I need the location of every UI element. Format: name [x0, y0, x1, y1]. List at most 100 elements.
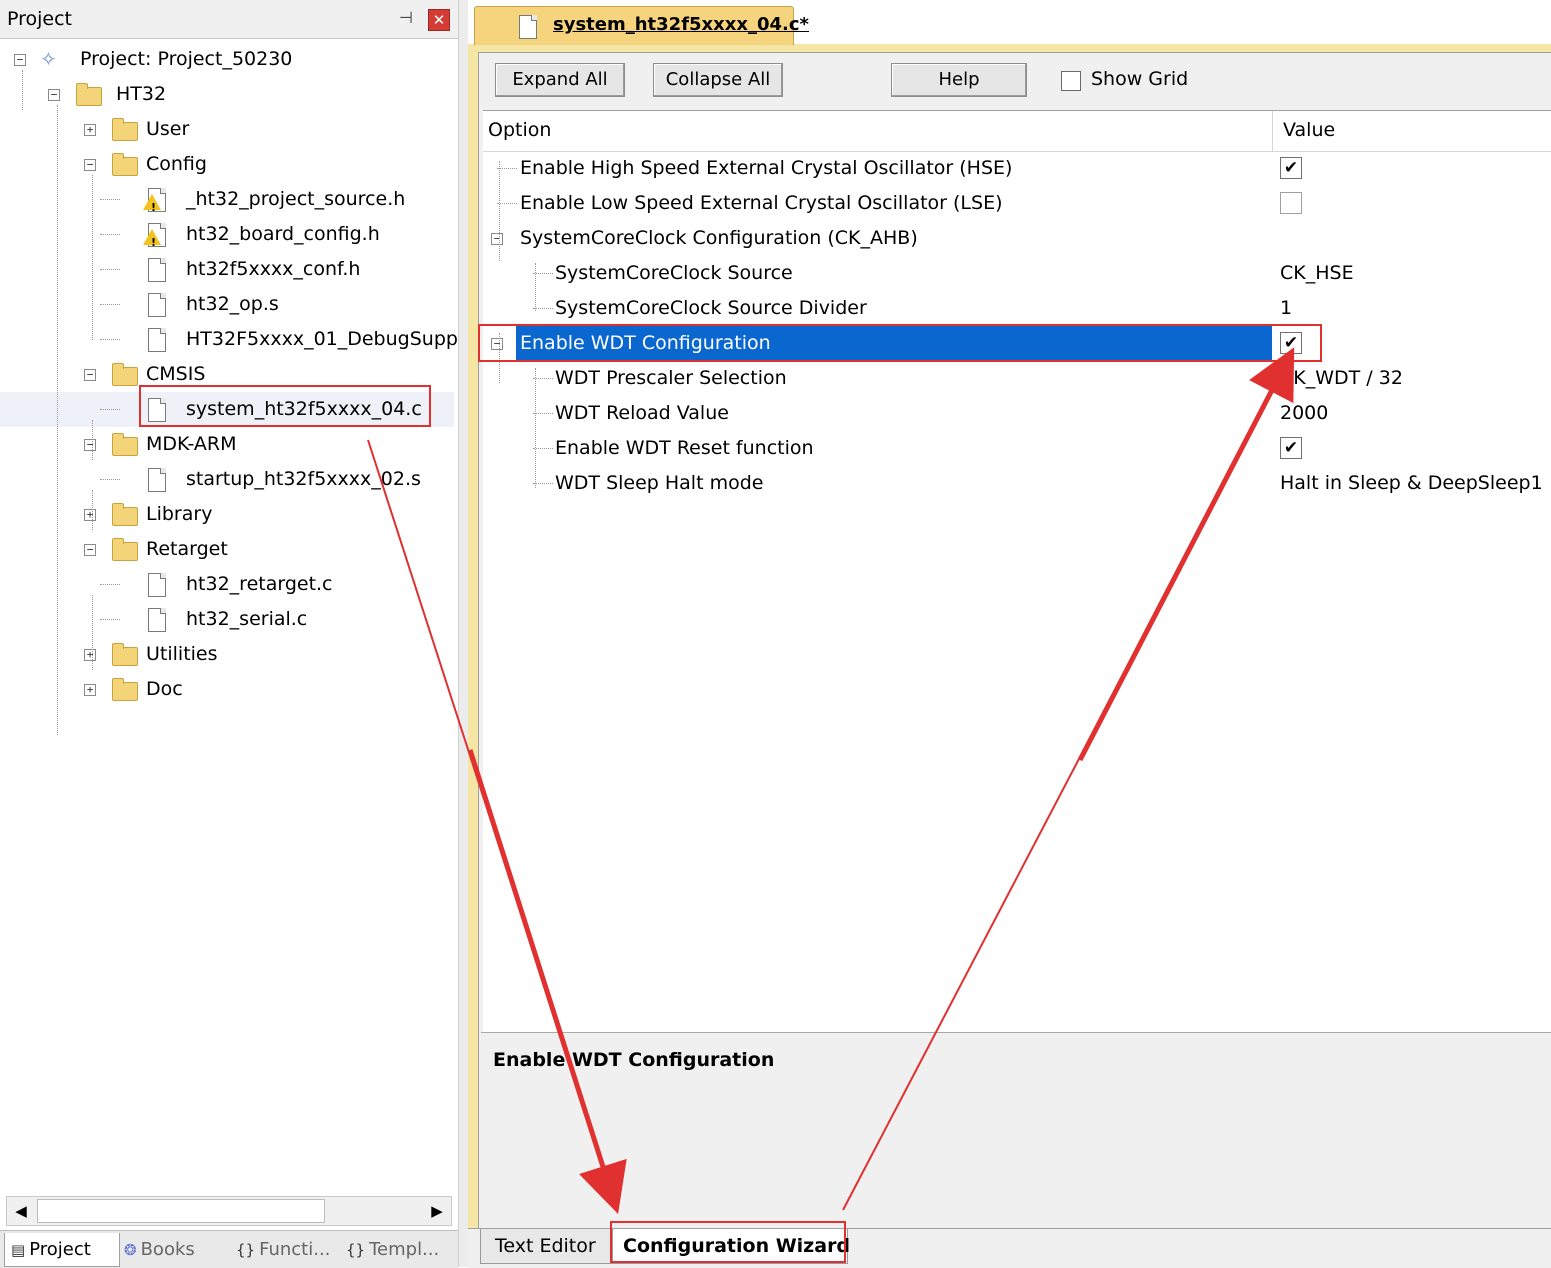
scroll-right-arrow-icon[interactable]: ▶: [423, 1197, 451, 1225]
tab-templates[interactable]: {} Templ...: [346, 1233, 454, 1266]
warning-mark: !: [151, 236, 157, 249]
help-button[interactable]: Help: [891, 63, 1027, 97]
file-icon: !: [143, 223, 166, 248]
tree-item[interactable]: ht32f5xxxx_conf.h: [0, 252, 454, 287]
tree-item[interactable]: ht32_retarget.c: [0, 567, 454, 602]
tree-item[interactable]: startup_ht32f5xxxx_02.s: [0, 462, 454, 497]
file-icon: [519, 15, 537, 39]
expand-icon[interactable]: +: [84, 124, 96, 136]
expand-all-button[interactable]: Expand All: [495, 63, 625, 97]
value-checkbox[interactable]: ✔: [1280, 332, 1302, 354]
tree-connector: [100, 234, 120, 235]
option-row[interactable]: WDT Reload Value 2000: [483, 396, 1551, 431]
collapse-icon[interactable]: −: [48, 89, 60, 101]
warning-icon: !: [143, 229, 161, 249]
option-row[interactable]: WDT Sleep Halt mode Halt in Sleep & DeepS…: [483, 466, 1551, 501]
tab-functions[interactable]: {} Functi...: [236, 1233, 336, 1266]
target-icon: [76, 83, 102, 106]
tab-project[interactable]: ▤ Project: [4, 1233, 120, 1267]
pin-icon[interactable]: ⊣: [398, 8, 414, 28]
tree-connector: [497, 168, 517, 169]
tree-guide-line: [92, 420, 93, 460]
collapse-icon[interactable]: −: [84, 159, 96, 171]
file-icon: [148, 608, 166, 632]
tree-item[interactable]: HT32F5xxxx_01_DebugSuppc: [0, 322, 468, 357]
tree-item[interactable]: + Library: [0, 497, 454, 532]
tree-item[interactable]: + User: [0, 112, 454, 147]
tree-item[interactable]: ht32_serial.c: [0, 602, 454, 637]
tree-connector: [100, 584, 120, 585]
tree-item-label: ht32_serial.c: [186, 608, 308, 630]
value-checkbox[interactable]: ✔: [1280, 437, 1302, 459]
description-pane: Enable WDT Configuration: [481, 1032, 1551, 1225]
tree-item[interactable]: ! _ht32_project_source.h: [0, 182, 454, 217]
tree-item[interactable]: ! ht32_board_config.h: [0, 217, 454, 252]
tree-connector: [497, 203, 517, 204]
tab-text-editor[interactable]: Text Editor: [480, 1229, 624, 1264]
collapse-icon[interactable]: −: [84, 439, 96, 451]
tree-item[interactable]: + Utilities: [0, 637, 454, 672]
templates-icon: {}: [346, 1241, 366, 1259]
option-label: WDT Prescaler Selection: [555, 367, 787, 389]
file-tab[interactable]: system_ht32f5xxxx_04.c*: [474, 6, 809, 45]
tree-item[interactable]: + Doc: [0, 672, 454, 707]
tree-item[interactable]: − Config: [0, 147, 454, 182]
option-value[interactable]: 1: [1280, 291, 1292, 326]
file-icon: [148, 258, 166, 282]
collapse-icon[interactable]: −: [491, 233, 503, 245]
option-label: SystemCoreClock Source: [555, 262, 793, 284]
show-grid-checkbox[interactable]: [1061, 71, 1081, 91]
tree-item[interactable]: − CMSIS: [0, 357, 454, 392]
option-row[interactable]: − SystemCoreClock Configuration (CK_AHB): [483, 221, 1551, 256]
column-separator[interactable]: [1272, 111, 1273, 151]
tab-books-label: Books: [140, 1239, 195, 1260]
expand-icon[interactable]: +: [84, 509, 96, 521]
value-checkbox[interactable]: [1280, 192, 1302, 214]
option-row[interactable]: SystemCoreClock Source CK_HSE: [483, 256, 1551, 291]
expand-icon[interactable]: +: [84, 649, 96, 661]
collapse-icon[interactable]: −: [84, 544, 96, 556]
column-header-option[interactable]: Option: [488, 119, 551, 141]
collapse-icon[interactable]: −: [84, 369, 96, 381]
collapse-icon[interactable]: −: [14, 54, 26, 66]
tree-connector: [533, 448, 553, 449]
option-value[interactable]: CK_WDT / 32: [1280, 361, 1403, 396]
tree-item[interactable]: ht32_op.s: [0, 287, 454, 322]
column-header-value[interactable]: Value: [1283, 119, 1335, 141]
option-label: Enable Low Speed External Crystal Oscill…: [520, 192, 1003, 214]
folder-icon: [112, 118, 138, 141]
project-panel-tabs: ▤ Project ❂ Books {} Functi... {} Templ...: [0, 1230, 458, 1268]
tree-item[interactable]: − Retarget: [0, 532, 454, 567]
tree-guide-line: [92, 490, 93, 530]
value-checkbox[interactable]: ✔: [1280, 157, 1302, 179]
tree-item[interactable]: − MDK-ARM: [0, 427, 454, 462]
close-icon[interactable]: ✕: [428, 9, 450, 31]
tab-templates-label: Templ...: [369, 1239, 440, 1260]
option-value[interactable]: CK_HSE: [1280, 256, 1354, 291]
tab-configuration-wizard[interactable]: Configuration Wizard: [612, 1229, 850, 1264]
option-value[interactable]: Halt in Sleep & DeepSleep1: [1280, 466, 1543, 501]
project-panel-title: Project: [7, 8, 73, 30]
option-row[interactable]: Enable WDT Reset function ✔: [483, 431, 1551, 466]
tree-item-label: HT32F5xxxx_01_DebugSuppc: [186, 328, 469, 350]
project-tree: − ✧ Project: Project_50230 − HT32 + User − Confi…: [0, 40, 468, 1190]
tree-guide-line: [535, 263, 536, 311]
expand-icon[interactable]: +: [84, 684, 96, 696]
option-value[interactable]: 2000: [1280, 396, 1328, 431]
options-grid: Option Value Enable High Speed External …: [483, 110, 1551, 1033]
option-row[interactable]: Enable High Speed External Crystal Oscil…: [483, 151, 1551, 186]
option-row[interactable]: Enable Low Speed External Crystal Oscill…: [483, 186, 1551, 221]
scroll-left-arrow-icon[interactable]: ◀: [7, 1197, 35, 1225]
horizontal-scrollbar[interactable]: ◀ ▶: [6, 1196, 452, 1226]
tree-item[interactable]: system_ht32f5xxxx_04.c: [0, 392, 454, 427]
tree-item[interactable]: − ✧ Project: Project_50230: [0, 42, 454, 77]
collapse-all-button[interactable]: Collapse All: [653, 63, 783, 97]
option-row[interactable]: − Enable WDT Configuration ✔: [483, 326, 1551, 361]
tab-books[interactable]: ❂ Books: [124, 1233, 224, 1266]
option-row[interactable]: WDT Prescaler Selection CK_WDT / 32: [483, 361, 1551, 396]
option-row[interactable]: SystemCoreClock Source Divider 1: [483, 291, 1551, 326]
scrollbar-thumb[interactable]: [37, 1199, 325, 1223]
tree-item[interactable]: − HT32: [0, 77, 454, 112]
collapse-icon[interactable]: −: [491, 338, 503, 350]
tree-item-label: _ht32_project_source.h: [186, 188, 406, 210]
